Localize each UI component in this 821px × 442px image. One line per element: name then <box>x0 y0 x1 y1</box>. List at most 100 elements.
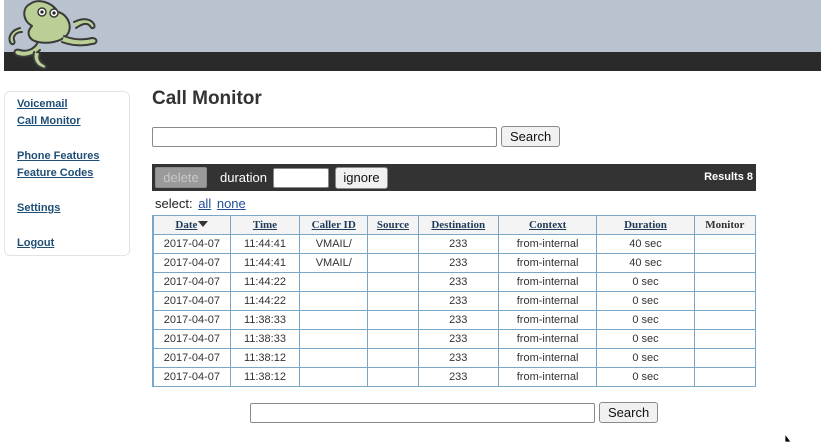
cell-source <box>367 291 419 311</box>
frog-logo-icon[interactable] <box>4 0 100 72</box>
cell-destination: 233 <box>417 329 499 349</box>
cell-date: 2017-04-07 <box>152 291 231 311</box>
cell-date: 2017-04-07 <box>152 234 231 254</box>
cell-caller-id <box>299 329 369 349</box>
sidebar-item-feature-codes[interactable]: Feature Codes <box>17 167 93 179</box>
column-header-duration[interactable]: Duration <box>596 215 695 235</box>
cell-destination: 233 <box>417 234 499 254</box>
cell-caller-id: VMAIL/ <box>299 253 369 273</box>
sidebar-item-phone-features[interactable]: Phone Features <box>17 150 100 162</box>
table-row: 2017-04-07 11:38:33 233 from-internal 0 sec <box>152 329 757 349</box>
column-header-caller-id[interactable]: Caller ID <box>299 215 369 235</box>
column-header-time-link[interactable]: Time <box>253 219 277 231</box>
cell-context: from-internal <box>497 234 598 254</box>
cell-caller-id <box>299 272 369 292</box>
cell-monitor <box>693 272 757 292</box>
column-header-destination-link[interactable]: Destination <box>431 219 485 231</box>
cell-source <box>367 329 419 349</box>
calls-table: Date Time Caller ID Source Destination C… <box>152 215 757 387</box>
cell-monitor <box>693 234 757 254</box>
table-row: 2017-04-07 11:38:33 233 from-internal 0 sec <box>152 310 757 330</box>
cell-destination: 233 <box>417 253 499 273</box>
table-row: 2017-04-07 11:44:41 VMAIL/233 from-internal… <box>152 253 757 273</box>
search-button-top[interactable]: Search <box>501 126 560 147</box>
column-header-context-link[interactable]: Context <box>529 219 566 231</box>
cell-monitor <box>693 367 757 387</box>
calls-table-body: 2017-04-07 11:44:41 VMAIL/233 from-internal… <box>152 234 757 387</box>
cell-duration: 0 sec <box>596 291 695 311</box>
table-row: 2017-04-07 11:44:41 VMAIL/233 from-internal… <box>152 234 757 254</box>
search-input-bottom[interactable] <box>250 403 595 423</box>
cell-monitor <box>693 253 757 273</box>
column-header-date-link[interactable]: Date <box>175 219 197 231</box>
select-label: select: <box>155 196 193 211</box>
cell-destination: 233 <box>417 272 499 292</box>
cell-time: 11:44:22 <box>229 291 301 311</box>
select-none-link[interactable]: none <box>217 196 246 211</box>
column-header-time[interactable]: Time <box>229 215 301 235</box>
cell-source <box>367 272 419 292</box>
cell-time: 11:38:33 <box>229 310 301 330</box>
select-all-link[interactable]: all <box>198 196 211 211</box>
cell-date: 2017-04-07 <box>152 272 231 292</box>
toolbar: delete duration ignore Results 8 <box>152 164 756 191</box>
cell-duration: 0 sec <box>596 348 695 368</box>
cell-date: 2017-04-07 <box>152 348 231 368</box>
cell-time: 11:44:41 <box>229 234 301 254</box>
sort-desc-icon <box>198 221 209 227</box>
cell-duration: 40 sec <box>596 234 695 254</box>
cell-caller-id: VMAIL/ <box>299 234 369 254</box>
cell-destination: 233 <box>417 367 499 387</box>
search-button-bottom[interactable]: Search <box>599 402 658 423</box>
column-header-source-link[interactable]: Source <box>377 219 409 231</box>
cell-source <box>367 234 419 254</box>
header-bar <box>4 52 821 71</box>
cell-duration: 0 sec <box>596 367 695 387</box>
cell-duration: 40 sec <box>596 253 695 273</box>
cell-date: 2017-04-07 <box>152 253 231 273</box>
cell-context: from-internal <box>497 253 598 273</box>
cell-source <box>367 367 419 387</box>
duration-input[interactable] <box>273 168 329 188</box>
column-header-monitor: Monitor <box>693 215 757 235</box>
cell-monitor <box>693 291 757 311</box>
select-row: select: all none <box>155 196 246 211</box>
cell-context: from-internal <box>497 272 598 292</box>
cell-caller-id <box>299 367 369 387</box>
cell-monitor <box>693 310 757 330</box>
delete-button[interactable]: delete <box>155 167 207 188</box>
header-banner <box>4 0 821 52</box>
cell-source <box>367 348 419 368</box>
cell-context: from-internal <box>497 329 598 349</box>
column-header-duration-link[interactable]: Duration <box>624 219 667 231</box>
table-row: 2017-04-07 11:38:12 233 from-internal 0 sec <box>152 367 757 387</box>
ignore-button[interactable]: ignore <box>335 167 388 189</box>
column-header-date[interactable]: Date <box>152 215 231 235</box>
cell-context: from-internal <box>497 367 598 387</box>
cell-time: 11:38:33 <box>229 329 301 349</box>
column-header-source[interactable]: Source <box>367 215 419 235</box>
column-header-destination[interactable]: Destination <box>417 215 499 235</box>
cell-date: 2017-04-07 <box>152 329 231 349</box>
sidebar-item-settings[interactable]: Settings <box>17 202 60 214</box>
cell-source <box>367 253 419 273</box>
search-input-top[interactable] <box>152 127 497 147</box>
cell-monitor <box>693 329 757 349</box>
sidebar-item-logout[interactable]: Logout <box>17 237 54 249</box>
cell-destination: 233 <box>417 291 499 311</box>
sidebar-item-call-monitor[interactable]: Call Monitor <box>17 115 81 127</box>
page-title: Call Monitor <box>152 88 262 109</box>
cell-date: 2017-04-07 <box>152 310 231 330</box>
column-header-caller-id-link[interactable]: Caller ID <box>312 219 356 231</box>
table-row: 2017-04-07 11:44:22 233 from-internal 0 sec <box>152 291 757 311</box>
cell-time: 11:38:12 <box>229 367 301 387</box>
cell-time: 11:44:22 <box>229 272 301 292</box>
sidebar-item-voicemail[interactable]: Voicemail <box>17 98 68 110</box>
table-header-row: Date Time Caller ID Source Destination C… <box>152 215 757 235</box>
cell-caller-id <box>299 348 369 368</box>
cell-duration: 0 sec <box>596 272 695 292</box>
sidebar: Voicemail Call Monitor Phone Features Fe… <box>4 91 130 256</box>
cell-destination: 233 <box>417 310 499 330</box>
table-row: 2017-04-07 11:44:22 233 from-internal 0 sec <box>152 272 757 292</box>
column-header-context[interactable]: Context <box>497 215 598 235</box>
